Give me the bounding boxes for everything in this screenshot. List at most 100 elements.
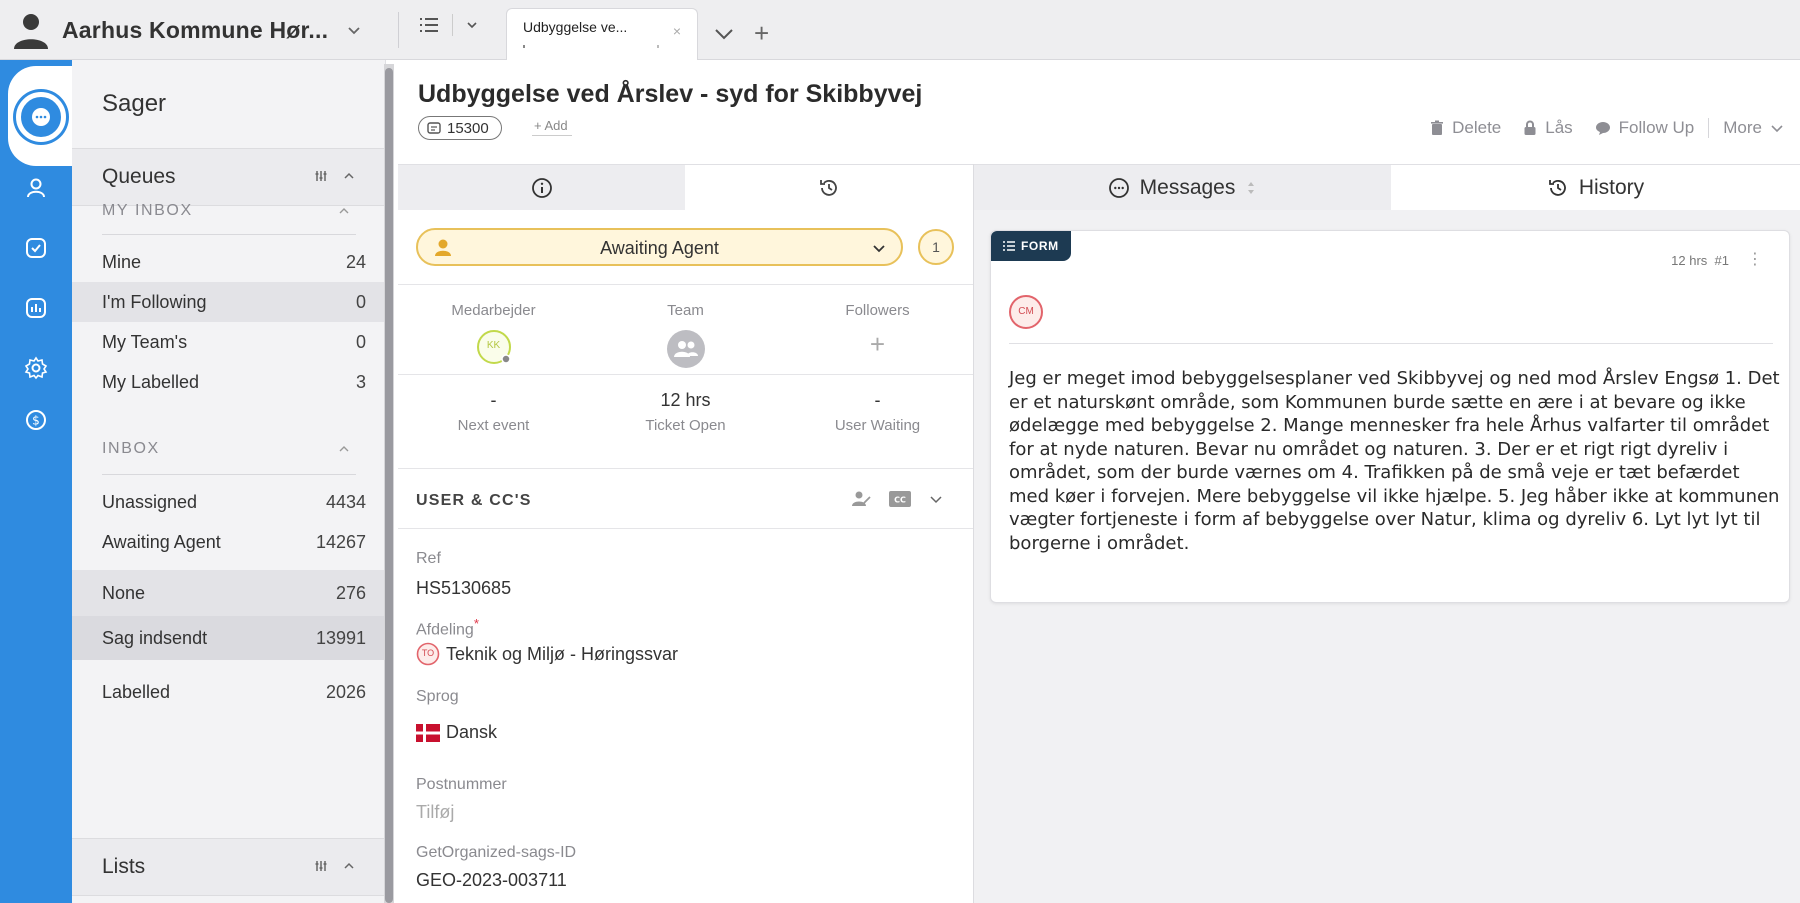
postnummer-input[interactable]: Tilføj <box>416 802 454 823</box>
sidebar-item-label: None <box>102 583 146 603</box>
my-inbox-label: MY INBOX <box>102 202 193 219</box>
check-square-icon[interactable] <box>24 236 48 260</box>
status-count-badge[interactable]: 1 <box>918 229 954 265</box>
sidebar-scrollbar[interactable] <box>384 64 394 903</box>
scrollbar-thumb[interactable] <box>385 68 393 903</box>
divider <box>102 234 356 235</box>
add-follower-button[interactable]: + <box>782 329 973 360</box>
medarbejder-avatar[interactable]: KK <box>398 329 589 365</box>
sidebar-item-my-teams[interactable]: My Team's 0 <box>72 322 386 362</box>
info-icon <box>531 177 553 199</box>
sliders-icon[interactable] <box>314 859 328 873</box>
more-button[interactable]: More <box>1723 118 1784 138</box>
next-event: - Next event <box>398 390 589 434</box>
sliders-icon[interactable] <box>314 169 328 183</box>
chevron-up-icon[interactable] <box>337 204 351 218</box>
geo-id-value[interactable]: GEO-2023-003711 <box>416 870 567 891</box>
divider <box>452 14 453 36</box>
nav-rail: $ <box>0 60 72 903</box>
new-tab-button[interactable]: + <box>754 18 769 49</box>
sidebar-item-label: My Team's <box>102 332 188 352</box>
list-icon <box>1003 241 1015 251</box>
sprog-value[interactable]: Dansk <box>416 722 497 743</box>
user-icon[interactable] <box>24 176 48 200</box>
sidebar-item-label: I'm Following <box>102 292 207 312</box>
department-badge: TO <box>416 642 440 666</box>
form-badge-label: FORM <box>1021 239 1059 253</box>
chevron-down-icon[interactable] <box>346 22 362 38</box>
lock-button[interactable]: Lås <box>1523 118 1573 138</box>
medarbejder-field[interactable]: Medarbejder KK <box>398 302 589 365</box>
tab-list-button[interactable] <box>418 14 479 36</box>
tab-messages-label: Messages <box>1139 175 1236 199</box>
followers-field[interactable]: Followers + <box>782 302 973 360</box>
tab-ticket[interactable]: Udbyggelse ve... × <box>506 8 698 60</box>
chat-bubble-icon <box>1595 120 1611 136</box>
chat-bubble-icon <box>1108 177 1130 199</box>
sidebar-item-mine[interactable]: Mine 24 <box>72 242 386 282</box>
team-icon[interactable] <box>590 329 781 369</box>
user-cc-header[interactable]: USER & CC'S <box>416 492 532 510</box>
status-select[interactable]: Awaiting Agent <box>416 228 903 266</box>
dollar-icon[interactable]: $ <box>24 408 48 432</box>
lists-header[interactable]: Lists <box>72 838 386 896</box>
assign-user-icon[interactable] <box>851 490 871 508</box>
sidebar-item-label: My Labelled <box>102 372 200 392</box>
team-field[interactable]: Team <box>590 302 781 369</box>
queues-header[interactable]: Queues <box>72 148 386 206</box>
sidebar-item-unassigned[interactable]: Unassigned 4434 <box>72 482 386 522</box>
sidebar-item-none[interactable]: None 276 <box>72 570 386 616</box>
afdeling-value[interactable]: TO Teknik og Miljø - Høringssvar <box>416 642 678 666</box>
ref-value[interactable]: HS5130685 <box>416 578 511 599</box>
lists-label: Lists <box>102 855 146 878</box>
chart-icon[interactable] <box>24 296 48 320</box>
gear-icon[interactable] <box>24 356 48 380</box>
sidebar-item-labelled[interactable]: Labelled 2026 <box>72 672 386 712</box>
conversation-tabs: Messages History <box>974 164 1800 210</box>
chevron-down-icon[interactable] <box>929 492 943 506</box>
sidebar-item-label: Sag indsendt <box>102 628 208 648</box>
status-label: Awaiting Agent <box>600 238 719 258</box>
org-name: Aarhus Kommune Hør... <box>62 16 329 43</box>
cc-icon[interactable]: CC <box>889 491 911 507</box>
list-icon[interactable] <box>418 14 440 36</box>
sidebar-item-following[interactable]: I'm Following 0 <box>72 282 386 322</box>
history-icon <box>818 177 840 199</box>
delete-button[interactable]: Delete <box>1430 118 1501 138</box>
sidebar-item-count: 276 <box>335 583 366 603</box>
sidebar-item-awaiting-agent[interactable]: Awaiting Agent 14267 <box>72 522 386 562</box>
chevron-down-icon[interactable] <box>712 22 736 46</box>
tab-activity[interactable] <box>685 165 973 210</box>
follow-up-button[interactable]: Follow Up <box>1595 118 1694 138</box>
form-badge: FORM <box>991 231 1071 261</box>
sidebar-item-count: 13991 <box>315 628 366 648</box>
sidebar-item-count: 0 <box>355 292 366 312</box>
ticket-actions: Delete Lås Follow Up More <box>1430 118 1784 138</box>
add-tag-button[interactable]: + Add <box>532 118 572 136</box>
sidebar: Sager Queues MY INBOX Mine 24 I'm Follow… <box>72 60 386 903</box>
close-icon[interactable]: × <box>673 23 681 39</box>
ticket-id-badge[interactable]: 15300 <box>418 116 502 140</box>
chevron-down-icon[interactable] <box>465 18 479 32</box>
chevron-up-icon[interactable] <box>342 859 356 873</box>
chat-icon[interactable] <box>16 92 66 142</box>
org-switcher[interactable]: Aarhus Kommune Hør... <box>10 10 362 50</box>
chevron-up-icon[interactable] <box>342 169 356 183</box>
danish-flag-icon <box>416 723 440 742</box>
delete-label: Delete <box>1452 118 1502 137</box>
more-options-icon[interactable]: ⋮ <box>1747 249 1763 269</box>
queues-label: Queues <box>102 165 176 188</box>
sort-icon[interactable] <box>1245 180 1257 196</box>
sender-avatar[interactable]: CM <box>1009 295 1043 329</box>
team-label: Team <box>667 302 704 319</box>
tab-messages[interactable]: Messages <box>974 165 1391 210</box>
sidebar-item-my-labelled[interactable]: My Labelled 3 <box>72 362 386 402</box>
lock-icon <box>1523 120 1537 136</box>
sprog-label: Sprog <box>416 688 459 705</box>
tab-info[interactable] <box>398 165 685 210</box>
chevron-up-icon[interactable] <box>337 442 351 456</box>
tab-history[interactable]: History <box>1391 165 1800 210</box>
sidebar-item-sag-indsendt[interactable]: Sag indsendt 13991 <box>72 616 386 660</box>
sprog-text: Dansk <box>446 722 498 742</box>
next-event-value: - <box>490 390 497 410</box>
